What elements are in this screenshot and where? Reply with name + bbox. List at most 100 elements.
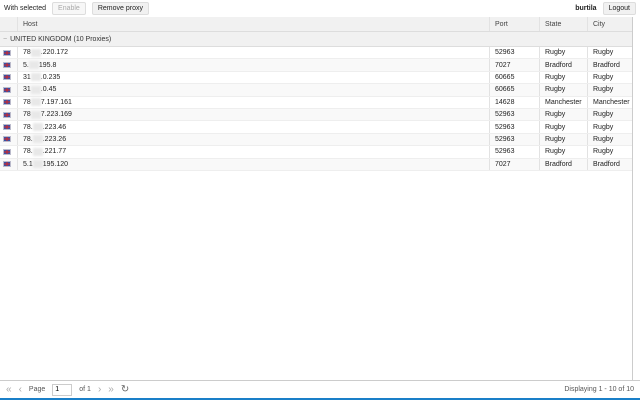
state-cell: Bradford — [540, 158, 588, 170]
table-row[interactable]: 78. .223.26 52963 Rugby Rugby — [0, 133, 632, 147]
header-city[interactable]: City — [588, 17, 632, 31]
redacted-blur — [30, 110, 41, 119]
next-page-icon[interactable]: › — [98, 384, 101, 395]
last-page-icon[interactable]: » — [108, 384, 114, 395]
state-cell: Rugby — [540, 71, 588, 84]
table-row[interactable]: 78 7.197.161 14628 Manchester Manchester — [0, 96, 632, 109]
host-suffix: 7.223.169 — [40, 111, 72, 119]
table-row[interactable]: 78 7.223.169 52963 Rugby Rugby — [0, 108, 632, 122]
state-cell: Rugby — [540, 84, 588, 96]
host-cell: 78. .223.46 — [18, 121, 490, 133]
city-cell: Rugby — [593, 111, 614, 119]
city-cell: Bradford — [593, 160, 620, 168]
state-cell: Rugby — [540, 47, 588, 59]
first-page-icon[interactable]: « — [6, 384, 12, 395]
displaying-info: Displaying 1 - 10 of 10 — [564, 386, 634, 393]
flag-cell — [0, 96, 18, 108]
uk-flag-icon — [3, 49, 11, 56]
redacted-blur — [30, 73, 41, 82]
port-cell: 14628 — [490, 96, 540, 108]
flag-cell — [0, 158, 18, 170]
table-row[interactable]: 31 .0.45 60665 Rugby Rugby — [0, 84, 632, 97]
port-cell: 52963 — [490, 121, 540, 133]
group-united-kingdom[interactable]: − UNITED KINGDOM (10 Proxies) — [0, 32, 632, 47]
header-flag — [0, 17, 18, 31]
table-row[interactable]: 78 .220.172 52963 Rugby Rugby — [0, 47, 632, 60]
city-cell: Rugby — [593, 148, 614, 156]
uk-flag-icon — [3, 111, 11, 118]
uk-flag-icon — [3, 124, 11, 131]
page-of: of 1 — [79, 386, 91, 393]
host-cell: 31 .0.235 — [18, 71, 490, 84]
logout-button[interactable]: Logout — [602, 2, 636, 15]
host-suffix: 195.8 — [38, 61, 57, 69]
host-prefix: 78. — [23, 123, 33, 131]
city-cell: Rugby — [593, 49, 614, 57]
enable-button[interactable]: Enable — [52, 2, 86, 15]
uk-flag-icon — [3, 62, 11, 69]
header-port[interactable]: Port — [490, 17, 540, 31]
redacted-blur — [32, 135, 43, 144]
redacted-blur — [30, 85, 41, 94]
table-row[interactable]: 5. 195.8 7027 Bradford Bradford — [0, 59, 632, 72]
city-cell: Rugby — [593, 135, 614, 143]
remove-proxy-button[interactable]: Remove proxy — [91, 2, 149, 15]
city-cell: Rugby — [593, 86, 614, 94]
collapse-minus-icon[interactable]: − — [3, 36, 7, 43]
flag-cell — [0, 47, 18, 59]
toolbar: With selected Enable Remove proxy burtil… — [0, 0, 640, 17]
flag-cell — [0, 71, 18, 84]
uk-flag-icon — [3, 136, 11, 143]
flag-cell — [0, 146, 18, 158]
table-row[interactable]: 78. .221.77 52963 Rugby Rugby — [0, 146, 632, 159]
host-prefix: 78. — [23, 135, 33, 143]
pagination-bar: « ‹ Page of 1 › » ↻ Displaying 1 - 10 of… — [0, 380, 640, 400]
host-suffix: .221.77 — [42, 148, 67, 156]
flag-cell — [0, 121, 18, 133]
port-cell: 52963 — [490, 47, 540, 59]
header-host[interactable]: Host — [18, 17, 490, 31]
state-cell: Manchester — [540, 96, 588, 108]
refresh-icon[interactable]: ↻ — [121, 384, 129, 395]
table-row[interactable]: 5.1 195.120 7027 Bradford Bradford — [0, 158, 632, 171]
grid-header: Host Port State City — [0, 17, 632, 32]
city-cell: Bradford — [593, 61, 620, 69]
host-prefix: 78. — [23, 148, 33, 156]
port-cell: 7027 — [490, 59, 540, 71]
port-cell: 52963 — [490, 146, 540, 158]
flag-cell — [0, 108, 18, 121]
table-row[interactable]: 31 .0.235 60665 Rugby Rugby — [0, 71, 632, 85]
state-cell: Rugby — [540, 146, 588, 158]
redacted-blur — [30, 98, 41, 107]
host-suffix: 7.197.161 — [40, 98, 72, 106]
host-cell: 78. .221.77 — [18, 146, 490, 158]
redacted-blur — [32, 123, 43, 132]
state-cell: Rugby — [540, 108, 588, 121]
group-label: UNITED KINGDOM (10 Proxies) — [10, 35, 112, 43]
city-cell: Rugby — [593, 73, 614, 81]
port-cell: 60665 — [490, 71, 540, 84]
city-cell: Manchester — [593, 98, 630, 106]
state-cell: Bradford — [540, 59, 588, 71]
host-prefix: 31 — [23, 73, 31, 81]
host-prefix: 31 — [23, 86, 31, 94]
host-suffix: .0.235 — [40, 73, 61, 81]
host-cell: 78 7.223.169 — [18, 108, 490, 121]
page-input[interactable] — [52, 383, 73, 396]
uk-flag-icon — [3, 148, 11, 155]
host-cell: 78. .223.26 — [18, 133, 490, 146]
redacted-blur — [30, 48, 41, 57]
flag-cell — [0, 84, 18, 96]
uk-flag-icon — [3, 99, 11, 106]
host-cell: 5. 195.8 — [18, 59, 490, 71]
prev-page-icon[interactable]: ‹ — [19, 384, 22, 395]
city-cell: Rugby — [593, 123, 614, 131]
table-row[interactable]: 78. .223.46 52963 Rugby Rugby — [0, 121, 632, 134]
uk-flag-icon — [3, 74, 11, 81]
host-suffix: .223.26 — [42, 135, 67, 143]
redacted-blur — [32, 160, 43, 169]
host-suffix: .220.172 — [40, 49, 69, 57]
host-suffix: .223.46 — [42, 123, 67, 131]
header-state[interactable]: State — [540, 17, 588, 31]
flag-cell — [0, 133, 18, 146]
